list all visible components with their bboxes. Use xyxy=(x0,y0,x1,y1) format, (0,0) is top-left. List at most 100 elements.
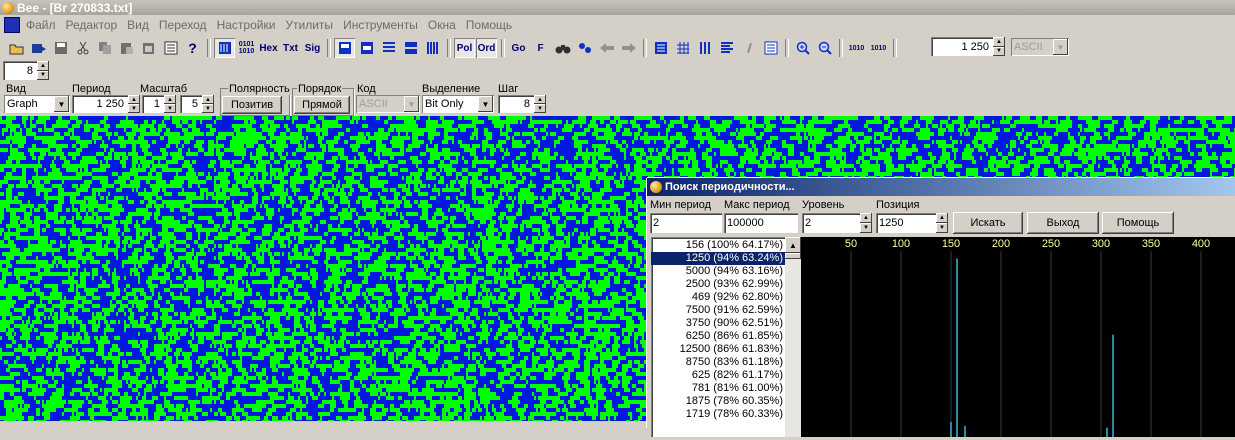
layout-split-icon[interactable] xyxy=(356,38,377,58)
binoculars-icon[interactable] xyxy=(552,38,573,58)
spin-down-icon[interactable]: ▼ xyxy=(202,104,214,113)
zoom-out-icon[interactable] xyxy=(814,38,835,58)
spin-down-icon[interactable]: ▼ xyxy=(993,47,1005,57)
result-item[interactable]: 1875 (78% 60.35%) xyxy=(651,395,801,408)
spin-up-icon[interactable]: ▲ xyxy=(860,213,872,223)
menu-file[interactable]: Файл xyxy=(26,18,56,32)
menu-help[interactable]: Помощь xyxy=(466,18,512,32)
spin-down-icon[interactable]: ▼ xyxy=(128,104,140,113)
scale-y-spinner[interactable]: ▲▼ xyxy=(202,95,214,113)
toolbar-encoding-select[interactable]: ASCII ▼ xyxy=(1011,38,1069,56)
open-file-icon[interactable] xyxy=(6,38,27,58)
spin-down-icon[interactable]: ▼ xyxy=(37,71,49,81)
spin-up-icon[interactable]: ▲ xyxy=(202,95,214,104)
period-search-icon[interactable] xyxy=(574,38,595,58)
result-item[interactable]: 5000 (94% 63.16%) xyxy=(651,265,801,278)
selection-select[interactable]: Bit Only ▼ xyxy=(422,95,494,113)
align-lines-icon[interactable] xyxy=(716,38,737,58)
hex-view-button[interactable]: Hex xyxy=(258,38,279,58)
view-select[interactable]: Graph ▼ xyxy=(4,95,70,113)
spin-up-icon[interactable]: ▲ xyxy=(164,95,176,104)
menu-edit[interactable]: Редактор xyxy=(66,18,118,32)
chevron-down-icon[interactable]: ▼ xyxy=(1053,39,1068,55)
menu-utilities[interactable]: Утилиты xyxy=(285,18,333,32)
result-item[interactable]: 7500 (91% 62.59%) xyxy=(651,304,801,317)
system-menu-icon[interactable] xyxy=(4,17,20,33)
spin-down-icon[interactable]: ▼ xyxy=(936,223,948,233)
menu-view[interactable]: Вид xyxy=(127,18,149,32)
scroll-thumb[interactable] xyxy=(785,253,801,259)
chevron-down-icon[interactable]: ▼ xyxy=(54,96,69,112)
chevron-down-icon[interactable]: ▼ xyxy=(404,96,419,112)
go-button[interactable]: Go xyxy=(508,38,529,58)
forward-arrow-icon[interactable] xyxy=(618,38,639,58)
position-input[interactable]: 1250 xyxy=(876,213,936,233)
spin-up-icon[interactable]: ▲ xyxy=(936,213,948,223)
graph-view-icon[interactable] xyxy=(214,38,235,58)
min-period-input[interactable]: 2 xyxy=(650,213,722,233)
periodicity-plot[interactable]: 50100150200250300350400 xyxy=(801,237,1235,437)
result-item[interactable]: 781 (81% 61.00%) xyxy=(651,382,801,395)
spin-down-icon[interactable]: ▼ xyxy=(534,104,546,113)
vertical-lines-icon[interactable] xyxy=(694,38,715,58)
help-icon[interactable]: ? xyxy=(182,38,203,58)
layout-stack-icon[interactable] xyxy=(400,38,421,58)
layout-single-icon[interactable] xyxy=(334,38,355,58)
menu-settings[interactable]: Настройки xyxy=(217,18,276,32)
back-arrow-icon[interactable] xyxy=(596,38,617,58)
code-select[interactable]: ASCII ▼ xyxy=(356,95,420,113)
spin-down-icon[interactable]: ▼ xyxy=(164,104,176,113)
grid-icon[interactable] xyxy=(672,38,693,58)
toolbar-step-spinner[interactable]: ▲▼ xyxy=(37,61,49,80)
binary-view-button[interactable]: 0101 1010 xyxy=(236,38,257,58)
search-button[interactable]: Искать xyxy=(953,212,1023,234)
order-button[interactable]: Ord xyxy=(476,38,497,58)
spin-up-icon[interactable]: ▲ xyxy=(534,95,546,104)
open-recent-icon[interactable] xyxy=(28,38,49,58)
spin-up-icon[interactable]: ▲ xyxy=(993,37,1005,47)
help-button[interactable]: Помощь xyxy=(1102,212,1174,234)
result-item[interactable]: 1250 (94% 63.24%) xyxy=(651,252,801,265)
result-item[interactable]: 2500 (93% 62.99%) xyxy=(651,278,801,291)
spin-down-icon[interactable]: ▼ xyxy=(860,223,872,233)
result-item[interactable]: 12500 (86% 61.83%) xyxy=(651,343,801,356)
shift-left-button[interactable]: 1010 xyxy=(846,38,867,58)
period-results-list[interactable]: 156 (100% 64.17%)1250 (94% 63.24%)5000 (… xyxy=(651,237,801,437)
step-spinner[interactable]: ▲▼ xyxy=(534,95,546,113)
max-period-input[interactable]: 100000 xyxy=(724,213,798,233)
toolbar-period-spinner[interactable]: ▲▼ xyxy=(993,37,1005,56)
properties-icon[interactable] xyxy=(160,38,181,58)
toolbar-step-input[interactable]: 8 xyxy=(3,61,37,80)
scale-x-spinner[interactable]: ▲▼ xyxy=(164,95,176,113)
position-spinner[interactable]: ▲▼ xyxy=(936,213,948,233)
result-item[interactable]: 469 (92% 62.80%) xyxy=(651,291,801,304)
zoom-in-icon[interactable] xyxy=(792,38,813,58)
layout-rows-icon[interactable] xyxy=(378,38,399,58)
polarity-toggle-button[interactable]: Позитив xyxy=(222,96,282,114)
level-spinner[interactable]: ▲▼ xyxy=(860,213,872,233)
polarity-button[interactable]: Pol xyxy=(454,38,475,58)
paste-special-icon[interactable] xyxy=(138,38,159,58)
result-item[interactable]: 8750 (83% 61.18%) xyxy=(651,356,801,369)
list-view-icon[interactable] xyxy=(650,38,671,58)
menu-tools[interactable]: Инструменты xyxy=(343,18,418,32)
cut-icon[interactable] xyxy=(72,38,93,58)
shift-right-button[interactable]: 1010 xyxy=(868,38,889,58)
chevron-down-icon[interactable]: ▼ xyxy=(478,96,493,112)
result-item[interactable]: 625 (82% 61.17%) xyxy=(651,369,801,382)
copy-icon[interactable] xyxy=(94,38,115,58)
dialog-title-bar[interactable]: Поиск периодичности... xyxy=(647,178,1235,196)
italic-icon[interactable] xyxy=(738,38,759,58)
result-item[interactable]: 3750 (90% 62.51%) xyxy=(651,317,801,330)
menu-goto[interactable]: Переход xyxy=(159,18,207,32)
document-icon[interactable] xyxy=(760,38,781,58)
result-item[interactable]: 6250 (86% 61.85%) xyxy=(651,330,801,343)
save-icon[interactable] xyxy=(50,38,71,58)
period-input[interactable]: 1 250 xyxy=(72,95,128,113)
layout-columns-icon[interactable] xyxy=(422,38,443,58)
menu-windows[interactable]: Окна xyxy=(428,18,456,32)
results-scrollbar[interactable]: ▲ xyxy=(785,237,801,437)
scale-y-input[interactable]: 5 xyxy=(180,95,202,113)
scroll-up-icon[interactable]: ▲ xyxy=(785,237,801,253)
spin-up-icon[interactable]: ▲ xyxy=(37,61,49,71)
